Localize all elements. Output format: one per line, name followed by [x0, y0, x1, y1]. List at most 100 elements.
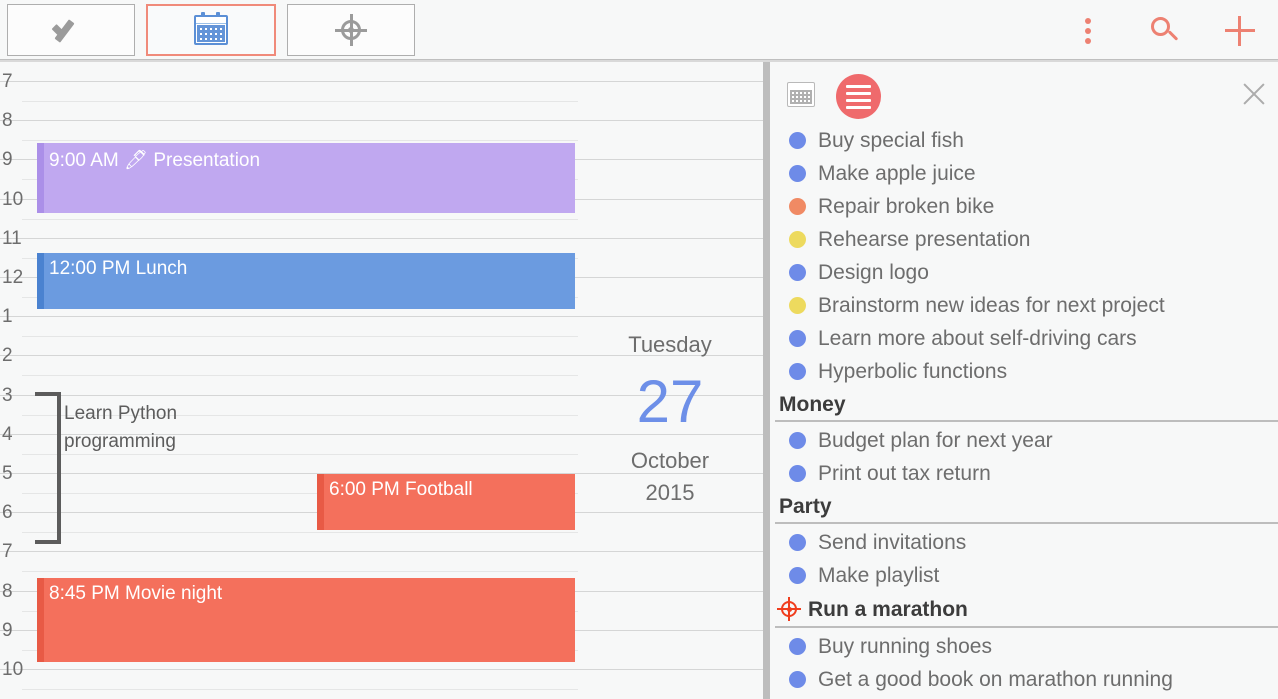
task-item[interactable]: Make apple juice — [775, 157, 1278, 190]
hour-label: 7 — [2, 541, 13, 562]
task-item[interactable]: Brainstorm new ideas for next project — [775, 289, 1278, 322]
target-icon — [335, 14, 367, 46]
task-item[interactable]: Get a good book on marathon running — [775, 663, 1278, 696]
task-item[interactable]: Buy running shoes — [775, 630, 1278, 663]
calendar-day-view[interactable]: 7891011121234567891011 9:00 AM 🖊 Present… — [0, 62, 763, 699]
list-icon[interactable] — [836, 74, 881, 119]
calendar-event[interactable]: 12:00 PM Lunch — [37, 253, 575, 309]
task-label: Learn more about self-driving cars — [818, 327, 1137, 350]
overflow-menu-button[interactable] — [1050, 0, 1126, 61]
task-section-header[interactable]: Money — [775, 388, 1278, 420]
task-item[interactable]: Print out tax return — [775, 457, 1278, 490]
date-day: 27 — [636, 368, 704, 435]
hour-label: 8 — [2, 581, 13, 602]
tab-calendar[interactable] — [146, 4, 276, 56]
task-item[interactable]: Budget plan for next year — [775, 424, 1278, 457]
task-bullet-icon — [789, 534, 806, 551]
tab-tasks[interactable] — [7, 4, 135, 56]
event-label: 9:00 AM 🖊 Presentation — [49, 150, 261, 171]
hour-label: 6 — [2, 502, 13, 523]
section-divider — [775, 522, 1278, 524]
hour-line — [0, 238, 763, 239]
task-bullet-icon — [789, 330, 806, 347]
task-bullet-icon — [789, 363, 806, 380]
app-root: 7891011121234567891011 9:00 AM 🖊 Present… — [0, 0, 1278, 699]
task-bullet-icon — [789, 132, 806, 149]
half-hour-line — [22, 140, 578, 141]
task-label: Rehearse presentation — [818, 228, 1031, 251]
task-item[interactable]: Buy special fish — [775, 124, 1278, 157]
calendar-icon — [194, 12, 228, 45]
task-bullet-icon — [789, 465, 806, 482]
half-hour-line — [22, 689, 578, 690]
panel-divider[interactable] — [763, 62, 775, 699]
task-section-header[interactable]: Party — [775, 490, 1278, 522]
task-panel-header — [775, 62, 1278, 124]
hour-label: 9 — [2, 149, 13, 170]
task-label: Repair broken bike — [818, 195, 995, 218]
task-panel: Buy special fish Make apple juice Repair b… — [775, 62, 1278, 699]
event-label: 8:45 PM Movie night — [49, 583, 223, 604]
close-icon[interactable] — [1240, 80, 1268, 108]
task-item[interactable]: Rehearse presentation — [775, 223, 1278, 256]
hour-line — [0, 120, 763, 121]
bracket-task-line1: Learn Python — [64, 403, 178, 424]
task-bullet-icon — [789, 671, 806, 688]
task-bullet-icon — [789, 638, 806, 655]
task-label: Buy running shoes — [818, 635, 992, 658]
calendar-event[interactable]: 6:00 PM Football — [317, 474, 575, 530]
hour-label: 10 — [2, 659, 24, 680]
add-button[interactable] — [1202, 0, 1278, 61]
top-toolbar — [0, 0, 1278, 62]
task-label: Make playlist — [818, 564, 940, 587]
hour-label: 7 — [2, 71, 13, 92]
task-bullet-icon — [789, 297, 806, 314]
event-label: 12:00 PM Lunch — [49, 258, 188, 279]
task-group-list: Buy special fish Make apple juice Repair b… — [775, 124, 1278, 696]
date-weekday: Tuesday — [628, 332, 712, 357]
hour-line — [0, 81, 763, 82]
task-item[interactable]: Send invitations — [775, 526, 1278, 559]
task-label: Design logo — [818, 261, 929, 284]
task-bullet-icon — [789, 165, 806, 182]
plus-icon — [1225, 15, 1255, 46]
task-item[interactable]: Repair broken bike — [775, 190, 1278, 223]
task-bullet-icon — [789, 432, 806, 449]
calendar-icon[interactable] — [787, 82, 815, 107]
calendar-event[interactable]: 8:45 PM Movie night — [37, 578, 575, 662]
task-label: Brainstorm new ideas for next project — [818, 294, 1165, 317]
task-item[interactable]: Learn more about self-driving cars — [775, 322, 1278, 355]
task-label: Hyperbolic functions — [818, 360, 1008, 383]
date-year: 2015 — [645, 480, 695, 505]
search-button[interactable] — [1126, 0, 1202, 61]
task-item[interactable]: Make playlist — [775, 559, 1278, 592]
hour-label: 10 — [2, 189, 24, 210]
task-item[interactable]: Design logo — [775, 256, 1278, 289]
date-month: October — [630, 448, 710, 473]
hour-label: 5 — [2, 463, 13, 484]
task-bullet-icon — [789, 198, 806, 215]
half-hour-line — [22, 532, 578, 533]
task-label: Send invitations — [818, 531, 967, 554]
hour-label: 12 — [2, 267, 24, 288]
calendar-event[interactable]: 9:00 AM 🖊 Presentation — [37, 143, 575, 213]
goal-title: Run a marathon — [808, 597, 968, 621]
hour-line — [0, 669, 763, 670]
section-divider — [775, 626, 1278, 628]
hour-line — [0, 316, 763, 317]
half-hour-line — [22, 375, 578, 376]
check-icon — [51, 17, 91, 43]
goal-header[interactable]: Run a marathon — [775, 592, 1278, 626]
hour-line — [0, 551, 763, 552]
task-label: Make apple juice — [818, 162, 976, 185]
task-item[interactable]: Hyperbolic functions — [775, 355, 1278, 388]
hour-label: 8 — [2, 110, 13, 131]
task-section-title: Money — [779, 392, 846, 416]
task-bullet-icon — [789, 231, 806, 248]
tab-goals[interactable] — [287, 4, 415, 56]
hour-label: 2 — [2, 345, 13, 366]
task-label: Print out tax return — [818, 462, 991, 485]
half-hour-line — [22, 219, 578, 220]
toolbar-actions — [1050, 0, 1278, 61]
task-label: Get a good book on marathon running — [818, 668, 1173, 691]
